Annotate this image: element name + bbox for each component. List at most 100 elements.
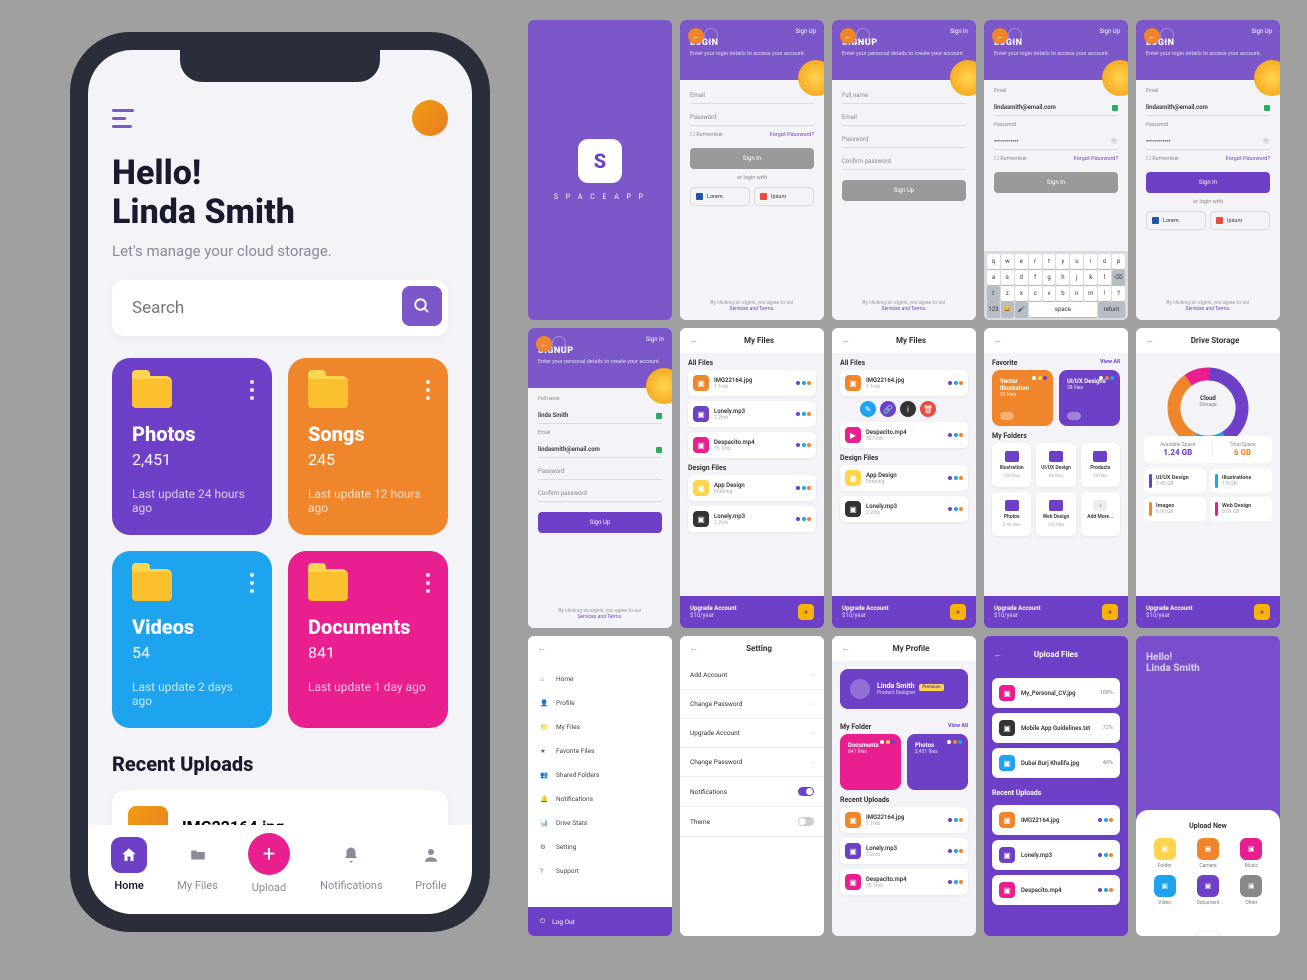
- nav-notifications[interactable]: Notifications: [320, 837, 383, 894]
- nav-home[interactable]: Home: [111, 837, 147, 894]
- password-field[interactable]: Password: [538, 464, 662, 480]
- signin-button[interactable]: Sign In: [994, 172, 1118, 193]
- upgrade-banner[interactable]: Upgrade Account$10/year★: [1136, 596, 1280, 628]
- menu-item[interactable]: 👥Shared Folders: [528, 763, 672, 787]
- forgot-password-link[interactable]: Forgot Password?: [1226, 156, 1270, 162]
- password-field[interactable]: Password: [842, 132, 966, 148]
- terms-link[interactable]: Services and Terms.: [1186, 306, 1231, 312]
- terms-link[interactable]: Services and Terms.: [882, 306, 927, 312]
- folder-box[interactable]: Photos2.4k files: [992, 492, 1031, 536]
- setting-item[interactable]: Upgrade Account›: [680, 719, 824, 748]
- card-documents[interactable]: Documents 841 Last update 1 day ago: [288, 551, 448, 728]
- social-lorem[interactable]: Lorem: [690, 187, 750, 206]
- setting-item[interactable]: Change Password›: [680, 748, 824, 777]
- toggle-icon[interactable]: [1000, 412, 1014, 420]
- email-field[interactable]: lindasmith@email.com: [1146, 100, 1270, 116]
- fullname-field[interactable]: linda Smith: [538, 408, 662, 424]
- email-field[interactable]: lindasmith@email.com: [538, 442, 662, 458]
- back-button[interactable]: ←: [992, 28, 1008, 44]
- signup-link[interactable]: Sign Up: [1252, 28, 1272, 35]
- upload-row[interactable]: ▣Lonely.mp3: [992, 840, 1120, 870]
- viewall-link[interactable]: View All: [1100, 359, 1120, 367]
- info-action[interactable]: i: [900, 401, 916, 417]
- file-row[interactable]: ▣Lonely.mp32.2mb: [840, 496, 968, 522]
- remember-checkbox[interactable]: ☐ Remember: [994, 156, 1027, 162]
- upload-row[interactable]: ▣My_Personal_CV.jpg100%: [992, 678, 1120, 708]
- signin-button[interactable]: Sign In: [690, 148, 814, 169]
- toggle-switch[interactable]: [798, 817, 814, 826]
- menu-item[interactable]: 📊Drive Stats: [528, 811, 672, 835]
- more-icon[interactable]: [426, 573, 430, 593]
- more-icon[interactable]: [250, 380, 254, 400]
- signup-link[interactable]: Sign Up: [796, 28, 816, 35]
- setting-item[interactable]: Change Password›: [680, 690, 824, 719]
- confirm-field[interactable]: Confirm password: [538, 486, 662, 502]
- more-icon[interactable]: [250, 573, 254, 593]
- back-icon[interactable]: ←: [994, 650, 1002, 659]
- logout-button[interactable]: ⏻Log Out: [528, 907, 672, 936]
- terms-link[interactable]: Services and Terms.: [578, 614, 623, 620]
- back-icon[interactable]: ←: [690, 644, 698, 653]
- back-button[interactable]: ←: [840, 28, 856, 44]
- folder-box[interactable]: Illustration158 files: [992, 443, 1031, 487]
- back-button[interactable]: ←: [536, 336, 552, 352]
- back-icon[interactable]: ←: [994, 336, 1002, 345]
- close-button[interactable]: ✕: [1197, 932, 1219, 936]
- keyboard[interactable]: qwertyuiop asdfghjkl⌫ ⇧zxcvbnm!? 123😀🎤sp…: [984, 251, 1128, 320]
- folder-box[interactable]: Web Design102 files: [1036, 492, 1075, 536]
- edit-action[interactable]: ✎: [860, 401, 876, 417]
- search-button[interactable]: [402, 286, 442, 326]
- forgot-password-link[interactable]: Forgot Password?: [1074, 156, 1118, 162]
- upload-row[interactable]: ▣IMG22164.jpg: [992, 805, 1120, 835]
- upload-row[interactable]: ▣Dubai Burj Khalifa.jpg48%: [992, 748, 1120, 778]
- social-ipsum[interactable]: Ipsum: [1210, 211, 1270, 230]
- social-ipsum[interactable]: Ipsum: [754, 187, 814, 206]
- card-videos[interactable]: Videos 54 Last update 2 days ago: [112, 551, 272, 728]
- upload-row[interactable]: ▣Despacito.mp4: [992, 875, 1120, 905]
- upload-type[interactable]: ▣Other: [1233, 875, 1270, 906]
- card-photos[interactable]: Photos 2,451 Last update 24 hours ago: [112, 358, 272, 535]
- folder-card[interactable]: Photos2,451 files: [907, 734, 968, 790]
- upload-row[interactable]: ▣Mobile App Guidelines.txt72%: [992, 713, 1120, 743]
- file-row[interactable]: ▣IMG22164.jpg1.1mb: [840, 370, 968, 396]
- menu-item[interactable]: 📁My Files: [528, 715, 672, 739]
- social-lorem[interactable]: Lorem: [1146, 211, 1206, 230]
- menu-icon[interactable]: [112, 109, 134, 128]
- search-input[interactable]: [118, 286, 402, 330]
- back-icon[interactable]: ←: [842, 644, 850, 653]
- password-field[interactable]: ••••••••••••👁: [994, 134, 1118, 150]
- folder-card[interactable]: Documents841 files: [840, 734, 901, 790]
- file-row[interactable]: ▣IMG22164.jpg1.1mb: [688, 370, 816, 396]
- setting-notifications[interactable]: Notifications: [680, 777, 824, 807]
- menu-item[interactable]: 🔔Notifications: [528, 787, 672, 811]
- upload-type[interactable]: ▣Document: [1189, 875, 1226, 906]
- folder-box[interactable]: +Add More...: [1081, 492, 1120, 536]
- signup-button[interactable]: Sign Up: [842, 180, 966, 201]
- forgot-password-link[interactable]: Forgot Password?: [770, 132, 814, 138]
- file-row[interactable]: ▣Despacito.mp435.1mb: [688, 432, 816, 458]
- password-field[interactable]: ••••••••••••👁: [1146, 134, 1270, 150]
- signup-link[interactable]: Sign Up: [1100, 28, 1120, 35]
- confirm-field[interactable]: Confirm password: [842, 154, 966, 170]
- upgrade-banner[interactable]: Upgrade Account$10/year★: [832, 596, 976, 628]
- file-row[interactable]: ▣Lonely.mp32.2mb: [688, 506, 816, 532]
- back-icon[interactable]: ←: [538, 644, 546, 653]
- toggle-switch[interactable]: [798, 787, 814, 796]
- remember-checkbox[interactable]: ☐ Remember: [690, 132, 723, 138]
- toggle-icon[interactable]: [1067, 412, 1081, 420]
- signin-link[interactable]: Sign In: [646, 336, 664, 343]
- file-row[interactable]: ▣IMG22164.jpg1.1mb: [840, 807, 968, 833]
- email-field[interactable]: Email: [842, 110, 966, 126]
- viewall-link[interactable]: View All: [948, 723, 968, 731]
- card-songs[interactable]: Songs 245 Last update 12 hours ago: [288, 358, 448, 535]
- upload-type[interactable]: ▣Music: [1233, 838, 1270, 869]
- back-button[interactable]: ←: [1144, 28, 1160, 44]
- nav-profile[interactable]: Profile: [413, 837, 449, 894]
- signup-button[interactable]: Sign Up: [538, 512, 662, 533]
- email-field[interactable]: Email: [690, 88, 814, 104]
- file-row[interactable]: ▣App DesignEntering: [840, 465, 968, 491]
- menu-item[interactable]: ⌂Home: [528, 667, 672, 691]
- signin-link[interactable]: Sign In: [950, 28, 968, 35]
- upgrade-banner[interactable]: Upgrade Account$10/year★: [680, 596, 824, 628]
- remember-checkbox[interactable]: ☐ Remember: [1146, 156, 1179, 162]
